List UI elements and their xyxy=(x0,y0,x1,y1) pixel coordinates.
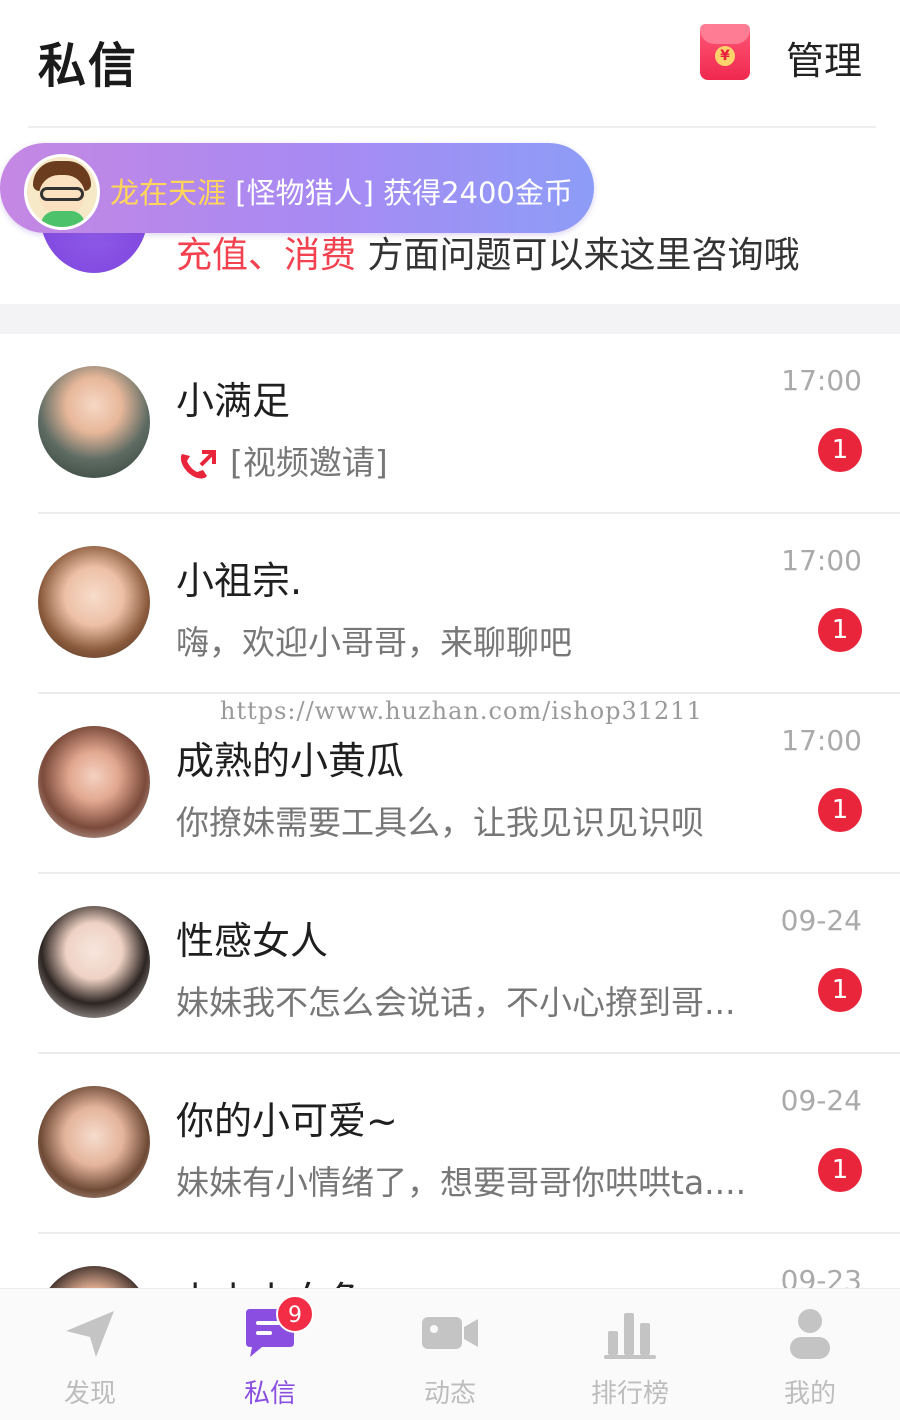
service-text: 方面问题可以来这里咨询哦 xyxy=(356,235,800,276)
video-call-icon xyxy=(180,449,216,478)
message-time: 09-24 xyxy=(780,904,862,937)
tab-label: 排行榜 xyxy=(590,1379,669,1409)
video-camera-icon xyxy=(422,1317,478,1349)
contact-name: 性感女人 xyxy=(176,919,329,963)
preview-text: [视频邀请] xyxy=(230,443,388,482)
contact-name: 小祖宗. xyxy=(176,559,303,603)
top-header: 私信 ¥ 管理 xyxy=(0,0,900,108)
message-time: 17:00 xyxy=(781,364,862,397)
section-separator xyxy=(0,304,900,334)
tab-label: 动态 xyxy=(423,1379,476,1409)
conversation-item[interactable]: 小小小白兔 09-23 xyxy=(0,1234,900,1288)
unread-badge: 1 xyxy=(818,428,862,472)
manage-button[interactable]: 管理 xyxy=(786,30,862,85)
contact-name: 小小小白兔 xyxy=(176,1270,366,1288)
message-preview: 妹妹我不怎么会说话，不小心撩到哥... xyxy=(176,983,736,1022)
message-preview: 妹妹有小情绪了，想要哥哥你哄哄ta.... xyxy=(176,1163,747,1202)
contact-name: 小满足 xyxy=(176,379,291,423)
message-time: 09-24 xyxy=(780,1084,862,1117)
conversation-item[interactable]: 小满足 [视频邀请] 17:00 1 xyxy=(0,334,900,514)
contact-avatar[interactable] xyxy=(38,726,150,838)
conversation-list[interactable]: 小满足 [视频邀请] 17:00 1 小祖宗. 嗨，欢迎小哥哥，来聊聊吧 17:… xyxy=(0,334,900,1288)
contact-avatar[interactable] xyxy=(38,546,150,658)
gift-user-avatar xyxy=(24,154,100,230)
tab-profile[interactable]: 我的 xyxy=(720,1289,900,1420)
unread-badge: 1 xyxy=(818,1148,862,1192)
gift-username: 龙在天涯 xyxy=(110,176,227,210)
navigation-arrow-icon xyxy=(66,1311,114,1357)
message-time: 17:00 xyxy=(781,724,862,757)
tab-discover[interactable]: 发现 xyxy=(0,1289,180,1420)
message-time: 09-23 xyxy=(780,1264,862,1288)
unread-badge: 1 xyxy=(818,608,862,652)
gift-message: [怪物猎人] 获得2400金币 xyxy=(226,176,573,210)
page-title: 私信 xyxy=(38,38,139,94)
conversation-item[interactable]: 性感女人 妹妹我不怎么会说话，不小心撩到哥... 09-24 1 xyxy=(0,874,900,1054)
contact-avatar[interactable] xyxy=(38,1266,150,1288)
unread-badge: 1 xyxy=(818,788,862,832)
contact-avatar[interactable] xyxy=(38,1086,150,1198)
conversation-item[interactable]: 你的小可爱~ 妹妹有小情绪了，想要哥哥你哄哄ta.... 09-24 1 xyxy=(0,1054,900,1234)
tab-label: 我的 xyxy=(783,1379,836,1409)
red-packet-yen-symbol: ¥ xyxy=(715,46,735,66)
contact-name: 成熟的小黄瓜 xyxy=(176,739,405,783)
unread-badge: 1 xyxy=(818,968,862,1012)
tab-messages[interactable]: 私信 xyxy=(180,1289,360,1420)
contact-avatar[interactable] xyxy=(38,366,150,478)
red-packet-flap xyxy=(700,24,750,44)
tab-label: 私信 xyxy=(243,1379,296,1409)
person-icon xyxy=(790,1309,830,1359)
bottom-tab-bar: 发现 私信 动态 排行榜 我的 xyxy=(0,1288,900,1420)
gift-notification-text: 龙在天涯 [怪物猎人] 获得2400金币 xyxy=(110,170,573,212)
message-time: 17:00 xyxy=(781,544,862,577)
messages-unread-badge: 9 xyxy=(276,1295,314,1333)
watermark-text: https://www.huzhan.com/ishop31211 xyxy=(220,697,703,725)
conversation-item[interactable]: 小祖宗. 嗨，欢迎小哥哥，来聊聊吧 17:00 1 xyxy=(0,514,900,694)
red-packet-icon[interactable]: ¥ xyxy=(700,24,750,80)
customer-service-message: 充值、消费 方面问题可以来这里咨询哦 xyxy=(176,226,799,278)
message-preview: 你撩妹需要工具么，让我见识见识呗 xyxy=(176,803,704,842)
message-preview: 嗨，欢迎小哥哥，来聊聊吧 xyxy=(176,623,572,662)
avatar-glasses xyxy=(40,187,84,201)
contact-avatar[interactable] xyxy=(38,906,150,1018)
tab-moments[interactable]: 动态 xyxy=(360,1289,540,1420)
bar-chart-icon xyxy=(604,1313,656,1359)
service-highlight: 充值、消费 xyxy=(176,235,357,276)
message-preview: [视频邀请] xyxy=(176,436,388,484)
tab-label: 发现 xyxy=(63,1379,116,1409)
tab-ranking[interactable]: 排行榜 xyxy=(540,1289,720,1420)
contact-name: 你的小可爱~ xyxy=(176,1099,398,1143)
